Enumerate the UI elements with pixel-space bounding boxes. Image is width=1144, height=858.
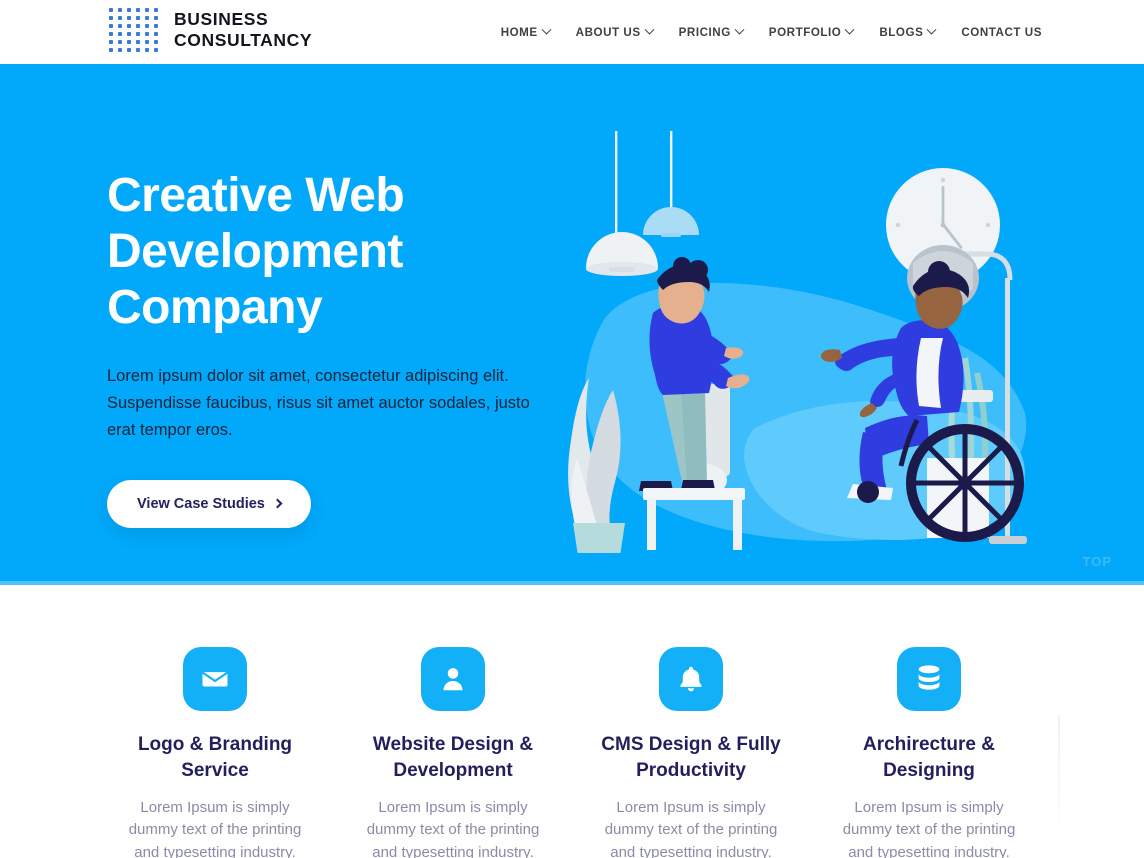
service-cards-row: Logo & Branding Service Lorem Ipsum is s… (96, 647, 1048, 858)
chevron-right-icon (272, 498, 283, 509)
nav-label-blogs: BLOGS (879, 25, 924, 39)
chevron-down-icon (926, 24, 937, 35)
services-section: Logo & Branding Service Lorem Ipsum is s… (0, 585, 1144, 858)
nav-label-about-us: ABOUT US (575, 25, 641, 39)
right-edge-divider (1058, 715, 1060, 845)
service-card-text: Lorem Ipsum is simply dummy text of the … (366, 798, 540, 858)
service-card-title: Logo & Branding Service (137, 734, 293, 781)
brand-line-2: CONSULTANCY (174, 30, 313, 50)
user-icon (421, 647, 485, 711)
service-card[interactable]: Website Design & Development Lorem Ipsum… (334, 647, 572, 858)
database-icon (897, 647, 961, 711)
hero-copy: Creative Web Development Company Lorem i… (107, 168, 577, 528)
nav-item-home[interactable]: HOME (500, 24, 552, 39)
chevron-down-icon (734, 24, 745, 35)
service-card[interactable]: CMS Design & Fully Productivity Lorem Ip… (572, 647, 810, 858)
service-card[interactable]: Logo & Branding Service Lorem Ipsum is s… (96, 647, 334, 858)
site-header: BUSINESS CONSULTANCY HOME ABOUT US PRICI… (0, 0, 1144, 64)
nav-item-portfolio[interactable]: PORTFOLIO (768, 24, 855, 39)
view-case-studies-label: View Case Studies (137, 495, 265, 512)
hero-subtitle: Lorem ipsum dolor sit amet, consectetur … (107, 367, 530, 439)
hero-section: Creative Web Development Company Lorem i… (0, 64, 1144, 585)
hero-title-line-3: Company (107, 281, 323, 335)
main-navigation: HOME ABOUT US PRICING PORTFOLIO BLOGS CO… (501, 0, 1042, 64)
service-card-title: CMS Design & Fully Productivity (601, 734, 781, 781)
hero-title-line-1: Creative Web (107, 169, 405, 222)
view-case-studies-button[interactable]: View Case Studies (107, 479, 311, 528)
service-card-text: Lorem Ipsum is simply dummy text of the … (604, 798, 778, 858)
bell-icon (659, 647, 723, 711)
logo-dot-grid-icon (106, 6, 160, 54)
brand-logo[interactable]: BUSINESS CONSULTANCY (106, 6, 312, 54)
nav-item-contact-us[interactable]: CONTACT US (961, 26, 1042, 39)
service-card-title: Website Design & Development (372, 734, 534, 781)
page-root: BUSINESS CONSULTANCY HOME ABOUT US PRICI… (0, 0, 1144, 858)
nav-label-home: HOME (500, 25, 538, 39)
hero-title-line-2: Development (107, 225, 403, 279)
nav-label-contact-us: CONTACT US (961, 25, 1042, 39)
service-card[interactable]: Archirecture & Designing Lorem Ipsum is … (810, 647, 1048, 858)
chevron-down-icon (844, 24, 855, 35)
scroll-to-top-button[interactable]: TOP (1083, 554, 1113, 569)
nav-item-blogs[interactable]: BLOGS (879, 24, 937, 39)
envelope-icon (183, 647, 247, 711)
nav-item-pricing[interactable]: PRICING (678, 24, 745, 39)
nav-item-about-us[interactable]: ABOUT US (575, 24, 655, 39)
nav-label-portfolio: PORTFOLIO (768, 25, 842, 39)
chevron-down-icon (644, 24, 655, 35)
brand-line-1: BUSINESS (174, 8, 269, 29)
brand-name: BUSINESS CONSULTANCY (174, 9, 312, 52)
chevron-down-icon (541, 24, 552, 35)
nav-label-pricing: PRICING (678, 25, 731, 39)
service-card-text: Lorem Ipsum is simply dummy text of the … (842, 798, 1016, 858)
hero-title: Creative Web Development Company (107, 168, 577, 336)
hero-illustration (568, 131, 1027, 553)
service-card-title: Archirecture & Designing (863, 734, 995, 781)
service-card-text: Lorem Ipsum is simply dummy text of the … (128, 798, 302, 858)
